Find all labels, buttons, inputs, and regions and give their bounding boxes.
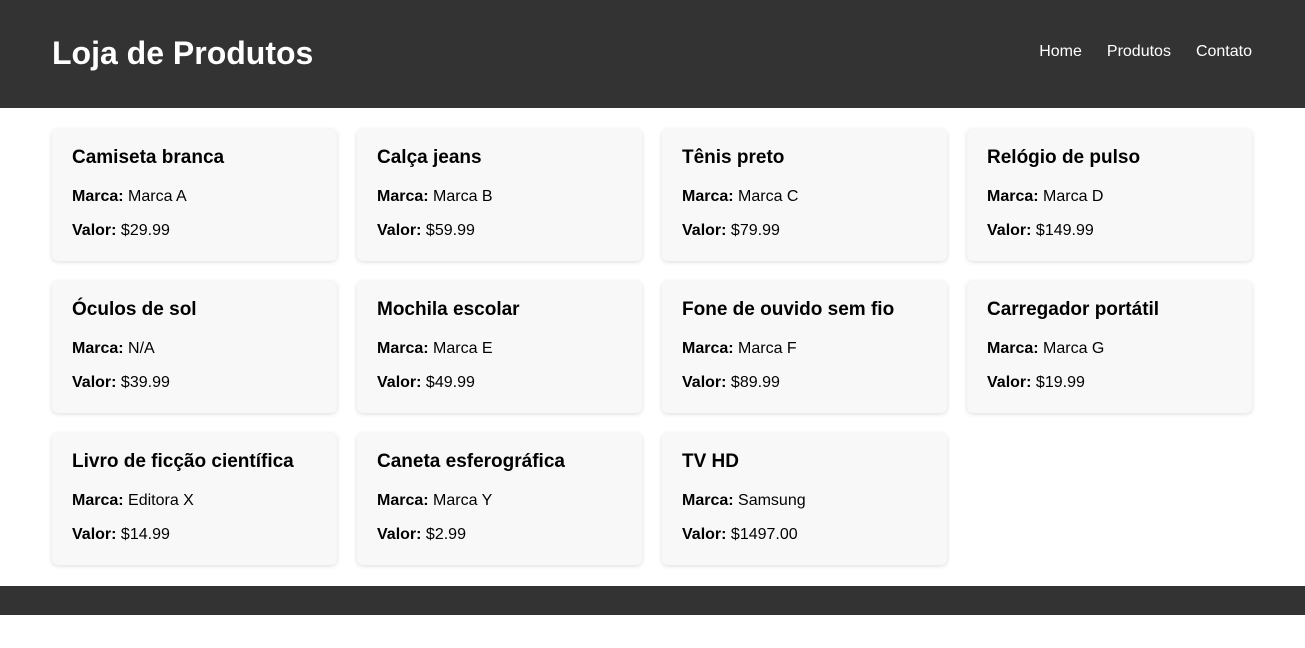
site-footer xyxy=(0,586,1305,615)
product-price: Valor: $14.99 xyxy=(72,525,317,545)
product-price: Valor: $49.99 xyxy=(377,373,622,393)
product-price: Valor: $19.99 xyxy=(987,373,1232,393)
brand-label: Marca: xyxy=(987,188,1039,205)
nav-link-home[interactable]: Home xyxy=(1039,42,1082,62)
brand-value: Marca G xyxy=(1043,340,1105,357)
product-name: Tênis preto xyxy=(682,147,785,168)
price-label: Valor: xyxy=(987,222,1032,239)
brand-label: Marca: xyxy=(377,340,429,357)
brand-value: Marca Y xyxy=(433,492,493,509)
product-brand: Marca: Marca B xyxy=(377,187,622,207)
price-label: Valor: xyxy=(377,222,422,239)
brand-label: Marca: xyxy=(682,188,734,205)
product-card: Tênis preto Marca: Marca C Valor: $79.99 xyxy=(662,129,947,261)
product-price: Valor: $59.99 xyxy=(377,221,622,241)
brand-label: Marca: xyxy=(682,340,734,357)
product-card: Relógio de pulso Marca: Marca D Valor: $… xyxy=(967,129,1252,261)
price-label: Valor: xyxy=(377,526,422,543)
nav-link-contato[interactable]: Contato xyxy=(1196,42,1252,62)
price-value: $2.99 xyxy=(425,526,466,543)
product-card: Fone de ouvido sem fio Marca: Marca F Va… xyxy=(662,281,947,413)
product-card: Calça jeans Marca: Marca B Valor: $59.99 xyxy=(357,129,642,261)
price-value: $59.99 xyxy=(425,222,475,239)
brand-label: Marca: xyxy=(72,188,124,205)
price-label: Valor: xyxy=(682,374,727,391)
product-brand: Marca: Marca D xyxy=(987,187,1232,207)
product-price: Valor: $39.99 xyxy=(72,373,317,393)
product-brand: Marca: Marca Y xyxy=(377,491,622,511)
price-label: Valor: xyxy=(72,222,117,239)
price-value: $39.99 xyxy=(120,374,170,391)
product-card: Carregador portátil Marca: Marca G Valor… xyxy=(967,281,1252,413)
price-value: $149.99 xyxy=(1035,222,1094,239)
brand-label: Marca: xyxy=(72,340,124,357)
brand-label: Marca: xyxy=(987,340,1039,357)
product-name: Caneta esferográfica xyxy=(377,451,565,472)
product-name: Calça jeans xyxy=(377,147,482,168)
product-name: TV HD xyxy=(682,451,739,472)
product-name: Livro de ficção científica xyxy=(72,451,294,472)
product-brand: Marca: Marca A xyxy=(72,187,317,207)
brand-label: Marca: xyxy=(72,492,124,509)
price-value: $29.99 xyxy=(120,222,170,239)
product-brand: Marca: N/A xyxy=(72,339,317,359)
product-price: Valor: $89.99 xyxy=(682,373,927,393)
product-price: Valor: $149.99 xyxy=(987,221,1232,241)
product-name: Óculos de sol xyxy=(72,299,197,320)
product-brand: Marca: Marca C xyxy=(682,187,927,207)
product-brand: Marca: Editora X xyxy=(72,491,317,511)
brand-value: Marca E xyxy=(433,340,493,357)
price-label: Valor: xyxy=(682,526,727,543)
product-brand: Marca: Marca F xyxy=(682,339,927,359)
brand-label: Marca: xyxy=(682,492,734,509)
price-value: $1497.00 xyxy=(730,526,798,543)
price-label: Valor: xyxy=(72,374,117,391)
brand-value: Marca B xyxy=(433,188,493,205)
product-brand: Marca: Samsung xyxy=(682,491,927,511)
price-label: Valor: xyxy=(682,222,727,239)
product-card: Óculos de sol Marca: N/A Valor: $39.99 xyxy=(52,281,337,413)
site-header: Loja de Produtos Home Produtos Contato xyxy=(0,0,1305,108)
price-label: Valor: xyxy=(987,374,1032,391)
price-value: $14.99 xyxy=(120,526,170,543)
brand-label: Marca: xyxy=(377,492,429,509)
brand-value: Marca A xyxy=(128,188,187,205)
brand-value: Samsung xyxy=(738,492,806,509)
product-name: Camiseta branca xyxy=(72,147,225,168)
product-grid: Camiseta branca Marca: Marca A Valor: $2… xyxy=(52,129,1252,565)
product-price: Valor: $29.99 xyxy=(72,221,317,241)
brand-value: Marca C xyxy=(738,188,799,205)
site-title: Loja de Produtos xyxy=(52,35,314,71)
brand-value: Editora X xyxy=(128,492,194,509)
price-label: Valor: xyxy=(72,526,117,543)
product-name: Fone de ouvido sem fio xyxy=(682,299,895,320)
main-nav: Home Produtos Contato xyxy=(1039,42,1252,62)
nav-link-produtos[interactable]: Produtos xyxy=(1107,42,1171,62)
product-brand: Marca: Marca G xyxy=(987,339,1232,359)
product-card: TV HD Marca: Samsung Valor: $1497.00 xyxy=(662,433,947,565)
price-label: Valor: xyxy=(377,374,422,391)
price-value: $89.99 xyxy=(730,374,780,391)
brand-value: Marca F xyxy=(738,340,797,357)
brand-value: Marca D xyxy=(1043,188,1104,205)
brand-value: N/A xyxy=(128,340,155,357)
price-value: $79.99 xyxy=(730,222,780,239)
product-name: Relógio de pulso xyxy=(987,147,1141,168)
product-name: Mochila escolar xyxy=(377,299,520,320)
product-card: Camiseta branca Marca: Marca A Valor: $2… xyxy=(52,129,337,261)
price-value: $49.99 xyxy=(425,374,475,391)
product-price: Valor: $79.99 xyxy=(682,221,927,241)
product-card: Mochila escolar Marca: Marca E Valor: $4… xyxy=(357,281,642,413)
price-value: $19.99 xyxy=(1035,374,1085,391)
product-card: Livro de ficção científica Marca: Editor… xyxy=(52,433,337,565)
product-price: Valor: $2.99 xyxy=(377,525,622,545)
product-card: Caneta esferográfica Marca: Marca Y Valo… xyxy=(357,433,642,565)
product-brand: Marca: Marca E xyxy=(377,339,622,359)
brand-label: Marca: xyxy=(377,188,429,205)
product-price: Valor: $1497.00 xyxy=(682,525,927,545)
product-name: Carregador portátil xyxy=(987,299,1160,320)
